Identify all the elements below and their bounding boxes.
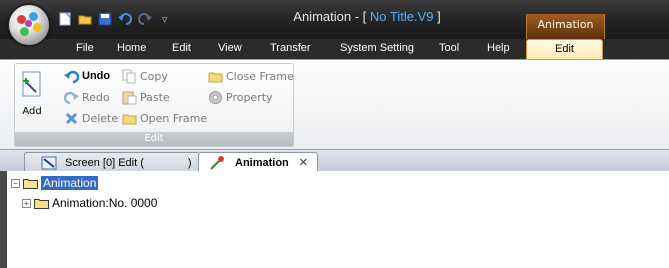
tab-file[interactable]: File [76,42,94,54]
document-tab-strip: Screen [0] Edit ( ) Animation ✕ [0,149,669,172]
animation-pen-icon [209,155,225,171]
tab-system-setting[interactable]: System Setting [340,42,414,54]
close-icon[interactable]: ✕ [299,156,308,169]
collapse-icon[interactable]: − [11,178,20,188]
redo-icon [63,90,79,105]
quick-access-toolbar: ▿ [58,10,168,28]
new-file-icon[interactable] [58,12,72,26]
ribbon-tab-row: File Home Edit View Transfer System Sett… [0,39,669,61]
open-folder-icon[interactable] [78,12,92,26]
copy-icon [122,69,137,84]
folder-icon [34,198,49,209]
app-menu-orb-icon[interactable] [8,4,50,46]
paste-button[interactable]: Paste [122,88,170,106]
delete-button[interactable]: Delete [64,109,118,127]
redo-button[interactable]: Redo [63,88,110,106]
tab-tool[interactable]: Tool [439,42,459,54]
tree-node-child-label: Animation:No. 0000 [52,196,158,210]
tab-edit[interactable]: Edit [172,42,191,54]
tree-node-root-label: Animation [41,176,99,190]
tab-help[interactable]: Help [487,42,510,54]
add-label: Add [22,106,42,117]
customize-qat-dropdown-icon[interactable]: ▿ [162,13,168,26]
paste-icon [122,90,137,105]
title-bar: ▿ Animation - [ No Title.V9 ] Animation [0,0,669,46]
property-button[interactable]: Property [208,88,273,106]
ribbon-group-edit: Add Undo Redo Delete Copy Paste Open Fra… [14,63,294,147]
open-folder-icon [122,111,137,126]
ribbon-group-label: Edit [15,132,293,146]
open-frame-button[interactable]: Open Frame [122,109,207,127]
add-icon [20,70,44,103]
context-tab-animation: Animation [526,14,605,39]
tab-screen-edit[interactable]: Screen [0] Edit ( ) [24,152,200,172]
folder-icon [208,69,223,84]
tab-animation[interactable]: Animation ✕ [198,152,318,172]
tab-home[interactable]: Home [117,42,146,54]
window-title: Animation - [ No Title.V9 ] [293,9,441,24]
folder-icon [23,178,38,189]
delete-x-icon [64,111,79,126]
animation-tree: − Animation + Animation:No. 0000 [0,171,669,268]
expand-icon[interactable]: + [22,198,31,208]
tree-node-child[interactable]: + Animation:No. 0000 [22,196,157,210]
add-button[interactable]: Add [19,68,45,126]
screen-edit-icon [41,156,57,170]
tree-node-root[interactable]: − Animation [11,176,99,190]
undo-button[interactable]: Undo [64,67,110,85]
close-frame-button[interactable]: Close Frame [208,67,294,85]
tab-animation-edit[interactable]: Edit [526,39,603,61]
gear-icon [208,90,223,105]
undo-icon[interactable] [118,12,132,26]
redo-icon[interactable] [138,12,152,26]
undo-icon [64,69,80,84]
tab-transfer[interactable]: Transfer [270,42,311,54]
tab-view[interactable]: View [218,42,242,54]
document-name: No Title.V9 [366,9,438,24]
copy-button[interactable]: Copy [122,67,168,85]
ribbon-panel: Add Undo Redo Delete Copy Paste Open Fra… [0,59,669,150]
save-icon[interactable] [98,12,112,26]
